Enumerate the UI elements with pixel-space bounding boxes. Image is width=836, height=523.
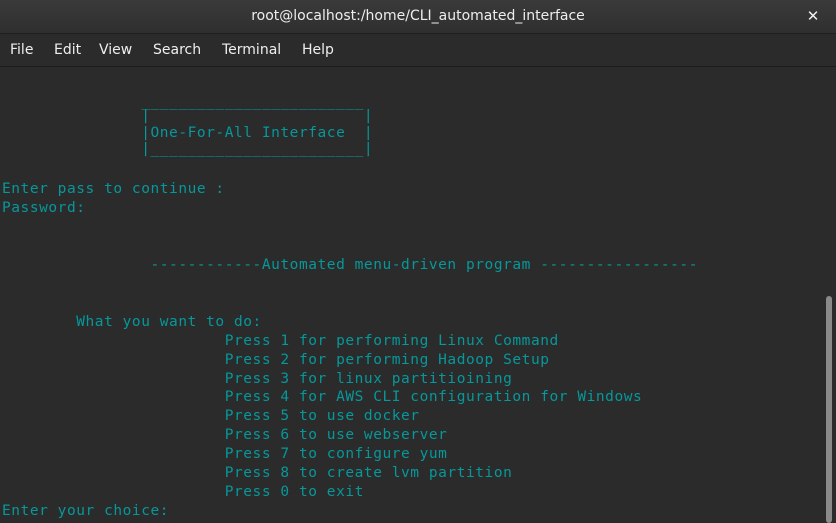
menu-file[interactable]: File	[10, 42, 33, 58]
option-3: Press 3 for linux partitioining	[2, 371, 513, 387]
menu-bar: File Edit View Search Terminal Help	[0, 34, 836, 67]
menu-search[interactable]: Search	[153, 42, 201, 58]
option-5: Press 5 to use docker	[2, 408, 420, 424]
terminal-window: root@localhost:/home/CLI_automated_inter…	[0, 0, 836, 523]
password-label: Password:	[2, 200, 86, 216]
scrollbar-thumb[interactable]	[826, 296, 832, 523]
menu-view[interactable]: View	[99, 42, 132, 58]
option-4: Press 4 for AWS CLI configuration for Wi…	[2, 389, 643, 405]
banner-box-bottom: |_______________________|	[2, 141, 374, 157]
terminal-output[interactable]: ________________________ | | |One-For-Al…	[0, 67, 822, 523]
choice-prompt: Enter your choice:	[2, 503, 170, 519]
option-2: Press 2 for performing Hadoop Setup	[2, 352, 550, 368]
window-title: root@localhost:/home/CLI_automated_inter…	[251, 8, 585, 24]
close-icon[interactable]: ✕	[804, 7, 822, 25]
menu-terminal[interactable]: Terminal	[222, 42, 281, 58]
option-6: Press 6 to use webserver	[2, 427, 448, 443]
menu-heading: ------------Automated menu-driven progra…	[2, 257, 698, 273]
option-7: Press 7 to configure yum	[2, 446, 448, 462]
password-prompt: Enter pass to continue :	[2, 181, 225, 197]
menu-edit[interactable]: Edit	[54, 42, 81, 58]
scrollbar[interactable]	[822, 67, 836, 523]
question-line: What you want to do:	[2, 314, 262, 330]
option-0: Press 0 to exit	[2, 484, 364, 500]
option-8: Press 8 to create lvm partition	[2, 465, 513, 481]
menu-help[interactable]: Help	[302, 42, 334, 58]
option-1: Press 1 for performing Linux Command	[2, 333, 559, 349]
title-bar[interactable]: root@localhost:/home/CLI_automated_inter…	[0, 0, 836, 34]
